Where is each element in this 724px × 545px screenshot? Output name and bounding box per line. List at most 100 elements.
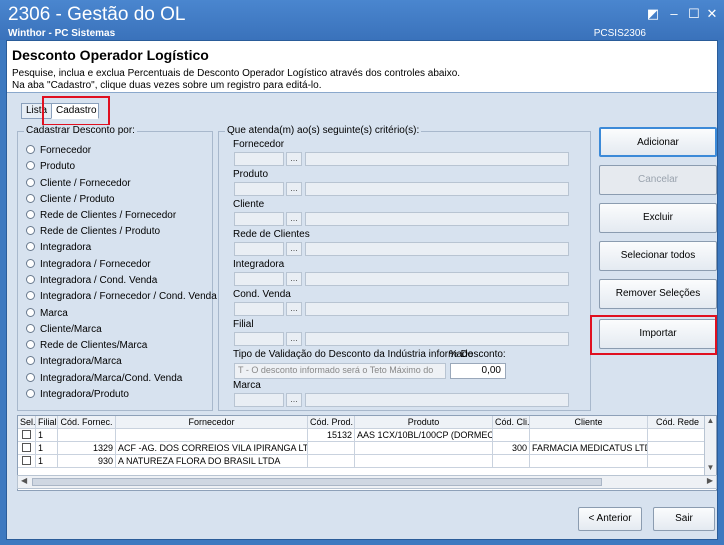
cell-cod-cli	[493, 429, 530, 442]
col-filial[interactable]: Filial	[36, 416, 58, 429]
radio-integradora[interactable]: Integradora	[26, 242, 91, 256]
radio-produto[interactable]: Produto	[26, 161, 75, 175]
radio-circle[interactable]	[26, 259, 35, 268]
radio-circle[interactable]	[26, 161, 35, 170]
radio-fornecedor[interactable]: Fornecedor	[26, 145, 91, 159]
filial-desc-input[interactable]	[305, 332, 569, 346]
radio-label: Fornecedor	[40, 145, 92, 156]
cell-fornecedor: A NATUREZA FLORA DO BRASIL LTDA	[116, 455, 308, 468]
produto-lookup-button[interactable]: ...	[286, 182, 302, 196]
excluir-button[interactable]: Excluir	[599, 203, 717, 233]
produto-desc-input[interactable]	[305, 182, 569, 196]
adicionar-button[interactable]: Adicionar	[599, 127, 717, 157]
radio-integradora-marca-cond-venda[interactable]: Integradora/Marca/Cond. Venda	[26, 373, 182, 387]
row-checkbox[interactable]	[18, 442, 36, 455]
fornecedor-desc-input[interactable]	[305, 152, 569, 166]
radio-cliente-produto[interactable]: Cliente / Produto	[26, 194, 115, 208]
radio-circle[interactable]	[26, 389, 35, 398]
checkbox[interactable]	[22, 443, 31, 452]
scroll-right-icon[interactable]: ▶	[707, 476, 713, 485]
radio-circle[interactable]	[26, 210, 35, 219]
integradora-desc-input[interactable]	[305, 272, 569, 286]
radio-circle[interactable]	[26, 242, 35, 251]
desconto-input[interactable]: 0,00	[450, 363, 506, 379]
radio-circle[interactable]	[26, 291, 35, 300]
fornecedor-code-input[interactable]	[234, 152, 284, 166]
col-cod-fornec[interactable]: Cód. Fornec.	[58, 416, 116, 429]
radio-circle[interactable]	[26, 145, 35, 154]
col-cliente[interactable]: Cliente	[530, 416, 648, 429]
radio-circle[interactable]	[26, 373, 35, 382]
filial-lookup-button[interactable]: ...	[286, 332, 302, 346]
radio-marca[interactable]: Marca	[26, 308, 68, 322]
anterior-button[interactable]: < Anterior	[578, 507, 642, 531]
close-icon[interactable]: ✕	[704, 6, 720, 22]
col-produto[interactable]: Produto	[355, 416, 493, 429]
rede-code-input[interactable]	[234, 242, 284, 256]
cliente-code-input[interactable]	[234, 212, 284, 226]
marca-desc-input[interactable]	[305, 393, 569, 407]
radio-circle[interactable]	[26, 324, 35, 333]
radio-integradora-produto[interactable]: Integradora/Produto	[26, 389, 129, 403]
scroll-left-icon[interactable]: ◀	[21, 476, 27, 485]
table-row[interactable]: 1 15132 AAS 1CX/10BL/100CP (DORMEC)	[18, 429, 716, 442]
fornecedor-lookup-button[interactable]: ...	[286, 152, 302, 166]
cond-venda-code-input[interactable]	[234, 302, 284, 316]
cond-venda-desc-input[interactable]	[305, 302, 569, 316]
main-panel: Desconto Operador Logístico Pesquise, in…	[6, 40, 718, 540]
produto-code-input[interactable]	[234, 182, 284, 196]
col-fornecedor[interactable]: Fornecedor	[116, 416, 308, 429]
scroll-thumb[interactable]	[32, 478, 602, 486]
radio-circle[interactable]	[26, 194, 35, 203]
integradora-code-input[interactable]	[234, 272, 284, 286]
filial-code-input[interactable]	[234, 332, 284, 346]
col-cod-cli[interactable]: Cód. Cli.	[493, 416, 530, 429]
radio-integradora-cond-venda[interactable]: Integradora / Cond. Venda	[26, 275, 157, 289]
table-row[interactable]: 1 930 A NATUREZA FLORA DO BRASIL LTDA	[18, 455, 716, 468]
checkbox[interactable]	[22, 430, 31, 439]
vertical-scrollbar[interactable]: ▲ ▼	[704, 416, 716, 478]
radio-rede-marca[interactable]: Rede de Clientes/Marca	[26, 340, 147, 354]
radio-rede-produto[interactable]: Rede de Clientes / Produto	[26, 226, 160, 240]
rede-desc-input[interactable]	[305, 242, 569, 256]
table-row[interactable]: 1 1329 ACF -AG. DOS CORREIOS VILA IPIRAN…	[18, 442, 716, 455]
row-checkbox[interactable]	[18, 455, 36, 468]
integradora-lookup-button[interactable]: ...	[286, 272, 302, 286]
radio-cliente-fornecedor[interactable]: Cliente / Fornecedor	[26, 178, 131, 192]
row-checkbox[interactable]	[18, 429, 36, 442]
cliente-desc-input[interactable]	[305, 212, 569, 226]
remover-selecoes-button[interactable]: Remover Seleções	[599, 279, 717, 309]
marca-lookup-button[interactable]: ...	[286, 393, 302, 407]
tipo-validacao-select[interactable]: T - O desconto informado será o Teto Máx…	[234, 363, 446, 379]
minimize-icon[interactable]: –	[666, 6, 682, 22]
radio-circle[interactable]	[26, 226, 35, 235]
maximize-icon[interactable]: ☐	[686, 6, 702, 22]
radio-circle[interactable]	[26, 178, 35, 187]
col-cod-rede[interactable]: Cód. Rede	[648, 416, 708, 429]
scroll-up-icon[interactable]: ▲	[705, 416, 716, 425]
cliente-lookup-button[interactable]: ...	[286, 212, 302, 226]
radio-integradora-fornecedor-cond-venda[interactable]: Integradora / Fornecedor / Cond. Venda	[26, 291, 217, 305]
horizontal-scrollbar[interactable]: ◀ ▶	[17, 475, 717, 489]
rede-lookup-button[interactable]: ...	[286, 242, 302, 256]
radio-circle[interactable]	[26, 356, 35, 365]
cancelar-button[interactable]: Cancelar	[599, 165, 717, 195]
radio-integradora-fornecedor[interactable]: Integradora / Fornecedor	[26, 259, 151, 273]
scroll-down-icon[interactable]: ▼	[705, 463, 716, 472]
pin-icon[interactable]: ◩	[645, 6, 661, 22]
radio-circle[interactable]	[26, 340, 35, 349]
checkbox[interactable]	[22, 456, 31, 465]
sair-button[interactable]: Sair	[653, 507, 715, 531]
col-cod-prod[interactable]: Cód. Prod.	[308, 416, 355, 429]
marca-code-input[interactable]	[234, 393, 284, 407]
radio-label: Integradora / Fornecedor	[40, 259, 151, 270]
cond-venda-lookup-button[interactable]: ...	[286, 302, 302, 316]
col-sel[interactable]: Sel.	[18, 416, 36, 429]
radio-circle[interactable]	[26, 275, 35, 284]
radio-circle[interactable]	[26, 308, 35, 317]
cell-cod-cli	[493, 455, 530, 468]
radio-rede-fornecedor[interactable]: Rede de Clientes / Fornecedor	[26, 210, 176, 224]
radio-integradora-marca[interactable]: Integradora/Marca	[26, 356, 122, 370]
selecionar-todos-button[interactable]: Selecionar todos	[599, 241, 717, 271]
radio-cliente-marca[interactable]: Cliente/Marca	[26, 324, 102, 338]
